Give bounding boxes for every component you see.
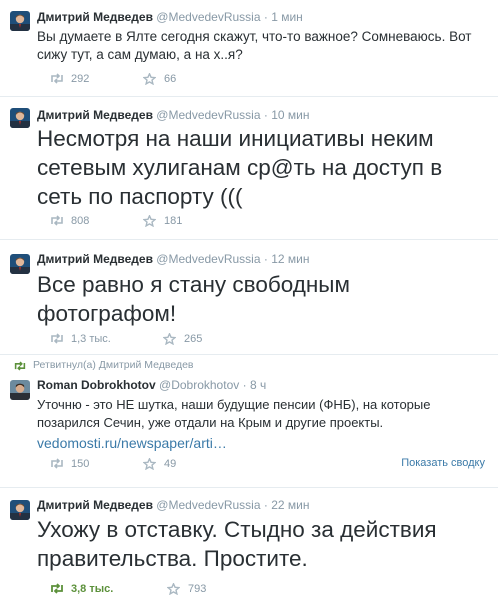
tweet-text: Несмотря на наши инициативы неким сетевы… (37, 126, 443, 209)
author-name[interactable]: Roman Dobrokhotov (37, 378, 156, 392)
author-handle[interactable]: @MedvedevRussia (156, 252, 260, 266)
tweet[interactable]: Дмитрий Медведев @MedvedevRussia · 1 мин… (0, 0, 498, 96)
tweet[interactable]: Дмитрий Медведев @MedvedevRussia · 10 ми… (0, 97, 498, 238)
avatar[interactable] (10, 380, 30, 400)
timestamp[interactable]: 8 ч (250, 378, 266, 392)
retweeted-by-label[interactable]: Ретвитнул(а) Дмитрий Медведев (33, 359, 194, 371)
timestamp[interactable]: 12 мин (271, 252, 309, 266)
favorite-count: 49 (164, 458, 177, 470)
tweet-link[interactable]: vedomosti.ru/newspaper/arti… (37, 434, 482, 452)
star-icon (163, 333, 176, 345)
separator-dot: · (263, 498, 268, 512)
favorite-count: 66 (164, 73, 177, 85)
tweet[interactable]: Дмитрий Медведев @MedvedevRussia · 22 ми… (0, 488, 498, 604)
timestamp[interactable]: 22 мин (271, 498, 309, 512)
separator-dot: · (263, 108, 268, 122)
tweet-header: Дмитрий Медведев @MedvedevRussia · 10 ми… (37, 108, 309, 122)
retweet-icon (51, 215, 63, 226)
tweet-header: Дмитрий Медведев @MedvedevRussia · 22 ми… (37, 498, 309, 512)
star-icon (167, 583, 180, 595)
tweet[interactable]: Ретвитнул(а) Дмитрий Медведев Roman Dobr… (0, 355, 498, 486)
retweet-count: 1,3 тыс. (71, 333, 111, 345)
avatar[interactable] (10, 500, 30, 520)
avatar[interactable] (10, 254, 30, 274)
retweet-count: 3,8 тыс. (71, 583, 114, 595)
author-handle[interactable]: @Dobrokhotov (159, 378, 239, 392)
author-name[interactable]: Дмитрий Медведев (37, 252, 153, 266)
retweet-icon (51, 333, 63, 344)
timestamp[interactable]: 1 мин (271, 10, 303, 24)
separator-dot: · (263, 10, 268, 24)
tweet-text: Ухожу в отставку. Стыдно за действия пра… (37, 517, 437, 571)
tweet-header: Дмитрий Медведев @MedvedevRussia · 1 мин (37, 10, 303, 24)
star-icon (143, 458, 156, 470)
retweet-icon (51, 583, 63, 594)
show-summary-link[interactable]: Показать сводку (401, 457, 485, 469)
tweet-text: Вы думаете в Ялте сегодня скажут, что-то… (37, 29, 472, 62)
favorite-count: 793 (188, 583, 207, 595)
separator-dot: · (263, 252, 268, 266)
author-name[interactable]: Дмитрий Медведев (37, 498, 153, 512)
favorite-count: 181 (164, 215, 183, 227)
star-icon (143, 73, 156, 85)
retweet-count: 292 (71, 73, 90, 85)
retweet-icon (51, 458, 63, 469)
tweet-text: Уточню - это НЕ шутка, наши будущие пенс… (37, 397, 431, 430)
star-icon (143, 215, 156, 227)
tweet[interactable]: Дмитрий Медведев @MedvedevRussia · 12 ми… (0, 240, 498, 353)
avatar[interactable] (10, 11, 30, 31)
retweet-count: 808 (71, 215, 90, 227)
tweet-header: Roman Dobrokhotov @Dobrokhotov · 8 ч (37, 378, 266, 392)
retweet-count: 150 (71, 458, 90, 470)
author-name[interactable]: Дмитрий Медведев (37, 10, 153, 24)
author-handle[interactable]: @MedvedevRussia (156, 108, 260, 122)
author-handle[interactable]: @MedvedevRussia (156, 10, 260, 24)
separator-dot: · (242, 378, 247, 392)
author-name[interactable]: Дмитрий Медведев (37, 108, 153, 122)
favorite-count: 265 (184, 333, 203, 345)
timestamp[interactable]: 10 мин (271, 108, 309, 122)
tweet-text: Все равно я стану свободным фотографом! (37, 272, 350, 326)
retweet-icon (14, 361, 26, 371)
retweet-icon (51, 73, 63, 84)
author-handle[interactable]: @MedvedevRussia (156, 498, 260, 512)
avatar[interactable] (10, 108, 30, 128)
tweet-feed: Дмитрий Медведев @MedvedevRussia · 1 мин… (0, 0, 498, 604)
tweet-header: Дмитрий Медведев @MedvedevRussia · 12 ми… (37, 252, 309, 266)
